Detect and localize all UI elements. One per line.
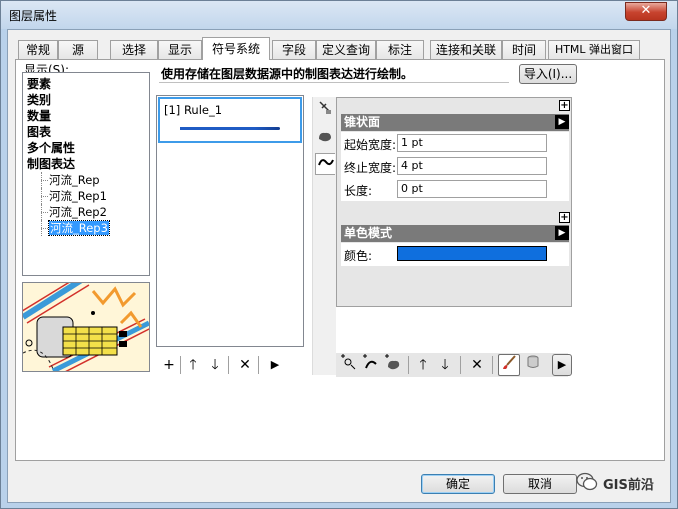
layers-more-button[interactable]: ▶ [552,354,572,376]
tree-item-features[interactable]: 要素 [27,76,145,92]
length-label: 长度: [344,184,373,198]
rule-item[interactable]: [1] Rule_1 [158,97,302,143]
start-width-label: 起始宽度: [344,138,397,152]
close-button[interactable]: ✕ [625,2,667,21]
tab-joins-relates[interactable]: 连接和关联 [430,40,502,59]
ok-button[interactable]: 确定 [421,474,495,494]
watermark: GIS前沿 [576,470,666,496]
dialog-client-area: 常规 源 选择 显示 符号系统 字段 定义查询 标注 连接和关联 时间 HTML… [7,29,671,503]
solid-color-section-title: 单色模式 [344,226,393,240]
tree-item-rep1-label: 河流_Rep1 [49,189,107,203]
global-effects-icon[interactable] [315,99,335,121]
properties-panel: + 锥状面 ▶ 起始宽度: 1 pt 终止宽度: 4 pt 长度: 0 pt +… [336,97,572,307]
tab-selection[interactable]: 选择 [110,40,158,59]
wechat-logo-icon [576,472,598,491]
renderer-description: 使用存储在图层数据源中的制图表达进行绘制。 [159,66,509,83]
expand-plus-icon[interactable]: + [559,100,570,111]
length-row: 长度: 0 pt [341,178,569,201]
tree-item-rep3[interactable]: 河流_Rep3 [27,220,145,236]
end-width-row: 终止宽度: 4 pt [341,155,569,178]
tab-html-popup[interactable]: HTML 弹出窗口 [548,40,640,59]
tree-item-charts[interactable]: 图表 [27,124,145,140]
toolbar-separator [492,356,493,374]
start-width-input[interactable]: 1 pt [397,134,547,152]
expand-plus-icon-2[interactable]: + [559,212,570,223]
add-marker-layer-icon[interactable] [338,354,360,376]
tree-item-rep[interactable]: 河流_Rep [27,172,145,188]
section-menu-arrow-icon[interactable]: ▶ [555,115,569,129]
polygon-layer-icon[interactable] [315,127,335,149]
tab-general[interactable]: 常规 [18,40,58,59]
tree-item-representations[interactable]: 制图表达 [27,156,145,172]
toolbar-separator [460,356,461,374]
add-stroke-layer-icon[interactable] [360,354,382,376]
toolbar-separator [228,356,229,374]
start-width-row: 起始宽度: 1 pt [341,132,569,155]
stroke-layer-icon[interactable] [315,153,335,175]
delete-layer-icon[interactable]: ✕ [466,354,488,376]
brush-icon[interactable] [498,354,520,376]
rule-preview-stroke [180,127,280,130]
tab-display[interactable]: 显示 [158,40,202,59]
color-swatch[interactable] [397,246,547,261]
cancel-button[interactable]: 取消 [503,474,577,494]
solid-color-section-header[interactable]: 单色模式 ▶ [341,225,569,242]
layer-properties-dialog: 图层属性 ✕ 常规 源 选择 显示 符号系统 字段 定义查询 标注 连接和关联 … [0,0,678,509]
toolbar-separator [258,356,259,374]
tree-item-rep2[interactable]: 河流_Rep2 [27,204,145,220]
tab-definition-query[interactable]: 定义查询 [316,40,376,59]
add-fill-layer-icon[interactable] [382,354,404,376]
renderer-preview-image [22,282,150,372]
rules-more-icon[interactable]: ▶ [264,354,286,376]
end-width-label: 终止宽度: [344,161,397,175]
tab-fields[interactable]: 字段 [272,40,316,59]
layer-type-strip [312,97,336,375]
rules-list[interactable]: [1] Rule_1 [156,95,304,347]
tree-item-rep1[interactable]: 河流_Rep1 [27,188,145,204]
tree-item-rep3-label: 河流_Rep3 [48,220,110,236]
rule-label: [1] Rule_1 [164,103,223,117]
layer-down-icon[interactable]: 🡓 [434,354,456,376]
section-menu-arrow-icon-2[interactable]: ▶ [555,226,569,240]
end-width-input[interactable]: 4 pt [397,157,547,175]
color-label: 颜色: [344,249,373,263]
title-bar[interactable]: 图层属性 ✕ [1,1,677,29]
tree-item-multiple-attributes[interactable]: 多个属性 [27,140,145,156]
import-button[interactable]: 导入(I)... [519,64,577,84]
tree-item-rep2-label: 河流_Rep2 [49,205,107,219]
database-icon[interactable] [522,354,544,376]
tab-labels[interactable]: 标注 [376,40,424,59]
toolbar-separator [408,356,409,374]
color-row: 颜色: [341,243,569,266]
delete-rule-icon[interactable]: ✕ [234,354,256,376]
tab-source[interactable]: 源 [58,40,98,59]
watermark-text: GIS前沿 [603,478,654,493]
tab-time[interactable]: 时间 [502,40,546,59]
tapered-section-title: 锥状面 [344,115,381,129]
map-illustration-icon [23,283,149,371]
symbology-panel: 显示(S): 要素 类别 数量 图表 多个属性 制图表达 河流_Rep 河流_R… [15,59,665,461]
move-down-icon[interactable]: 🡓 [204,354,226,376]
tree-item-rep-label: 河流_Rep [49,173,100,187]
window-title: 图层属性 [9,9,58,23]
tab-symbology[interactable]: 符号系统 [202,37,270,60]
toolbar-separator [180,356,181,374]
renderer-tree: 要素 类别 数量 图表 多个属性 制图表达 河流_Rep 河流_Rep1 河流_… [22,72,150,276]
layer-up-icon[interactable]: 🡑 [412,354,434,376]
move-up-icon[interactable]: 🡑 [182,354,204,376]
tree-item-quantities[interactable]: 数量 [27,108,145,124]
layers-toolbar: 🡑 🡓 ✕ [336,353,568,377]
add-rule-icon[interactable]: + [158,354,180,376]
tree-item-categories[interactable]: 类别 [27,92,145,108]
tapered-section-header[interactable]: 锥状面 ▶ [341,114,569,131]
length-input[interactable]: 0 pt [397,180,547,198]
